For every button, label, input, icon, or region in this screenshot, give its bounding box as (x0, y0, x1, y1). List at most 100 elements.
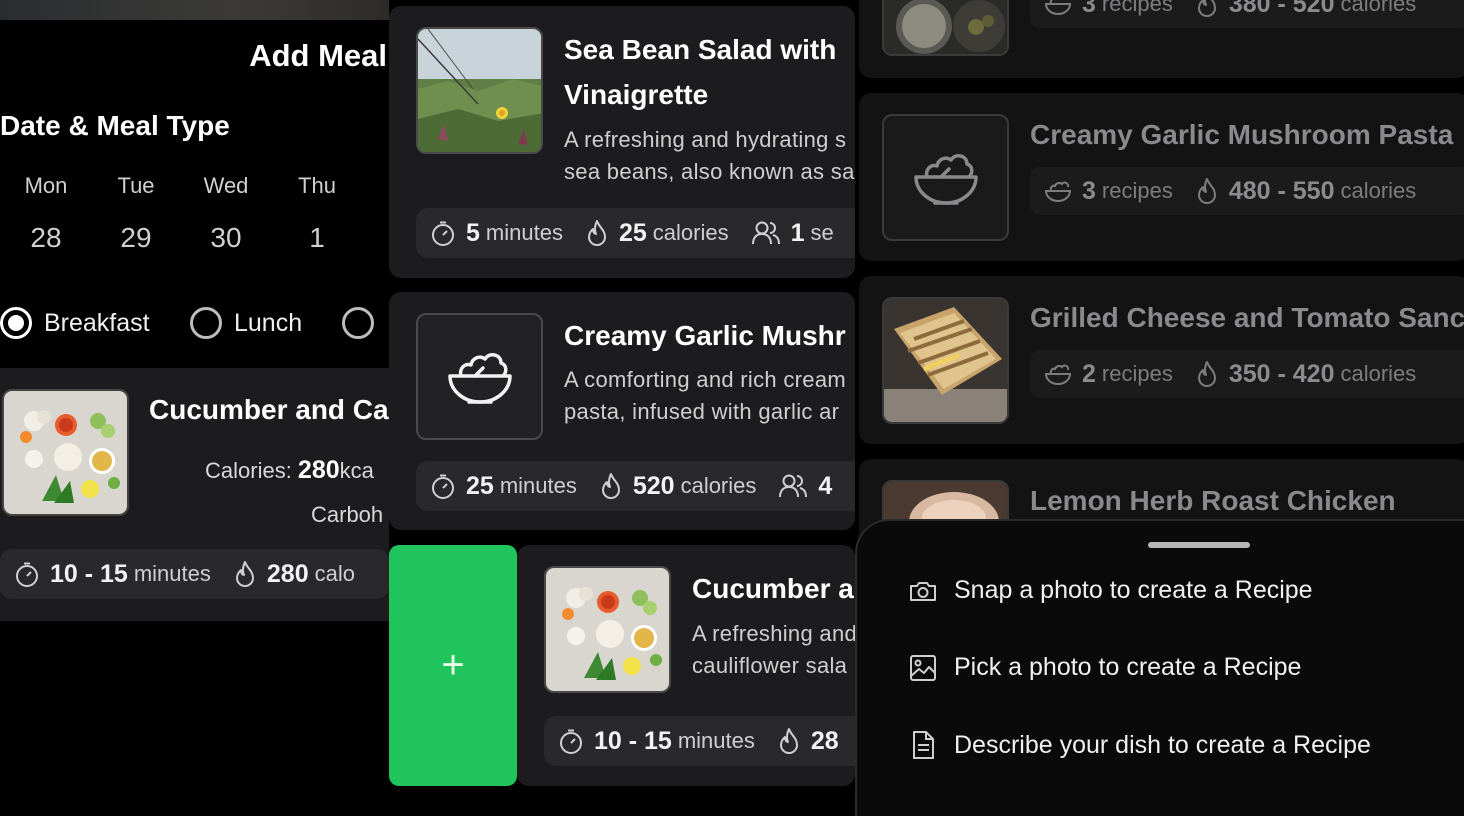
recipe-meta-bar: 5 minutes 25 calories 1 se (416, 208, 855, 258)
day-picker-thu[interactable]: Thu 1 (272, 171, 362, 255)
day-date: 30 (210, 222, 242, 253)
time-meta: 10 - 15 minutes (14, 560, 211, 589)
recipe-group-title: Lemon Herb Roast Chicken (1030, 485, 1396, 516)
add-meal-panel: Add Meal Date & Meal Type Mon 28 Tue 29 … (0, 0, 389, 816)
recipe-description-line-1: A refreshing and hydrating s (564, 127, 847, 152)
recipe-card[interactable]: Sea Bean Salad with Vinaigrette A refres… (389, 6, 855, 278)
add-recipe-button[interactable]: + (389, 545, 517, 786)
radio-unselected-icon (190, 307, 222, 339)
people-icon (778, 473, 818, 499)
meal-type-lunch-radio[interactable]: Lunch (190, 307, 302, 339)
time-meta: 10 - 15 minutes (558, 727, 755, 756)
recipe-card[interactable]: Creamy Garlic Mushr A comforting and ric… (389, 292, 855, 530)
cal-range-value: 380 - 520 (1228, 0, 1335, 18)
recipe-group-card[interactable]: 3 recipes 380 - 520 calories (859, 0, 1464, 78)
recipe-description-line-1: A comforting and rich cream (564, 367, 846, 392)
time-meta: 25 minutes (430, 472, 577, 501)
recipe-description-line-2: sea beans, also known as sa (564, 159, 855, 184)
option-label: Pick a photo to create a Recipe (954, 653, 1302, 681)
recipe-description-line-2: pasta, infused with garlic ar (564, 399, 840, 424)
day-name: Tue (117, 173, 155, 198)
recipe-group-meta: 2 recipes 350 - 420 calories (1030, 350, 1464, 398)
meal-type-label: Lunch (234, 308, 303, 337)
timer-icon (430, 220, 466, 246)
time-value: 10 - 15 (594, 726, 672, 755)
option-label: Snap a photo to create a Recipe (954, 576, 1313, 604)
calories-meta: 380 - 520 calories (1195, 0, 1416, 19)
page-title: Add Meal (249, 38, 387, 73)
cal-value: 520 (632, 471, 675, 500)
cal-value: 28 (810, 726, 839, 755)
recipe-group-card[interactable]: Grilled Cheese and Tomato Sanc 2 recipes… (859, 276, 1464, 444)
servings-value: 1 (790, 218, 805, 247)
meal-type-label: Breakfast (44, 308, 150, 337)
time-value: 25 (466, 471, 494, 500)
meal-type-breakfast-radio[interactable]: Breakfast (0, 307, 150, 339)
recipe-placeholder-image (416, 313, 543, 440)
timer-icon (558, 728, 594, 754)
recipe-carbs: Carboh (311, 502, 384, 527)
timer-icon (430, 473, 466, 499)
radio-unselected-icon (342, 307, 374, 339)
salad-bowl-icon (1044, 362, 1082, 386)
servings-unit: se (810, 220, 834, 245)
time-value: 10 - 15 (50, 559, 128, 588)
recipe-list-panel: Sea Bean Salad with Vinaigrette A refres… (389, 0, 855, 816)
meal-type-dinner-radio[interactable] (342, 307, 386, 339)
recipes-count-meta: 2 recipes (1044, 360, 1173, 389)
flame-icon (1195, 360, 1229, 388)
calories-meta: 28 (777, 727, 845, 756)
time-meta: 5 minutes (430, 219, 563, 248)
calories-label: Calories: (205, 458, 298, 483)
time-value: 5 (466, 218, 480, 247)
recipe-group-image (882, 0, 1009, 56)
recipe-group-meta: 3 recipes 480 - 550 calories (1030, 167, 1464, 215)
sheet-drag-handle[interactable] (1148, 542, 1250, 548)
recipes-count-meta: 3 recipes (1044, 0, 1173, 19)
cal-unit: calories (1340, 0, 1417, 16)
recipes-count-value: 3 (1082, 0, 1096, 18)
day-date: 29 (120, 222, 152, 253)
recipe-title-line-1: Cucumber a (692, 573, 854, 604)
calories-meta: 280 calo (233, 560, 355, 589)
day-picker-mon[interactable]: Mon 28 (1, 171, 91, 255)
camera-icon (908, 578, 954, 604)
recipe-group-meta: 3 recipes 380 - 520 calories (1030, 0, 1464, 28)
document-icon (908, 730, 954, 760)
recipe-group-placeholder-image (882, 114, 1009, 241)
recipe-meta-bar: 10 - 15 minutes 280 calo (0, 549, 389, 599)
recipes-count-value: 2 (1082, 359, 1096, 388)
selected-recipe-card[interactable]: Cucumber and Ca Calories: 280kca Carboh … (0, 368, 389, 621)
cal-unit: calories (1340, 178, 1417, 203)
recipes-count-unit: recipes (1101, 0, 1173, 16)
salad-bowl-icon (447, 346, 513, 408)
calories-meta: 25 calories (585, 219, 729, 248)
cal-unit: calories (1340, 361, 1417, 386)
flame-icon (1195, 0, 1229, 18)
time-unit: minutes (677, 728, 755, 753)
flame-icon (777, 727, 811, 755)
header-image-strip (0, 0, 389, 20)
cal-value: 25 (618, 218, 647, 247)
create-recipe-bottom-sheet: Snap a photo to create a Recipe Pick a p… (855, 519, 1464, 816)
cal-unit: calo (314, 561, 355, 586)
recipe-group-title: Creamy Garlic Mushroom Pasta (1030, 119, 1454, 150)
recipe-description-line-2: cauliflower sala (692, 653, 848, 678)
flame-icon (1195, 177, 1229, 205)
recipe-groups-panel: 3 recipes 380 - 520 calories Creamy Garl… (855, 0, 1464, 816)
pick-photo-option[interactable]: Pick a photo to create a Recipe (908, 653, 1301, 682)
cal-value: 280 (266, 559, 309, 588)
servings-value: 4 (818, 471, 833, 500)
recipe-group-title: Grilled Cheese and Tomato Sanc (1030, 302, 1464, 333)
recipe-card[interactable]: Cucumber a A refreshing and cauliflower … (517, 545, 855, 786)
day-picker-wed[interactable]: Wed 30 (181, 171, 271, 255)
day-picker-tue[interactable]: Tue 29 (91, 171, 181, 255)
calories-meta: 350 - 420 calories (1195, 360, 1416, 389)
snap-photo-option[interactable]: Snap a photo to create a Recipe (908, 576, 1313, 605)
recipes-count-unit: recipes (1101, 178, 1173, 203)
describe-dish-option[interactable]: Describe your dish to create a Recipe (908, 730, 1371, 760)
time-unit: minutes (499, 473, 577, 498)
day-name: Thu (298, 173, 336, 198)
recipes-count-value: 3 (1082, 176, 1096, 205)
recipe-group-card[interactable]: Creamy Garlic Mushroom Pasta 3 recipes 4… (859, 93, 1464, 261)
